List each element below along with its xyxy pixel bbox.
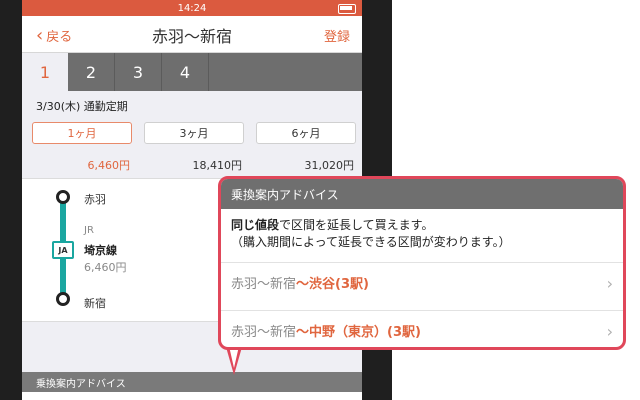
battery-icon (338, 4, 356, 14)
advice-section-header: 乗換案内アドバイス (22, 372, 362, 392)
line-fare: 6,460円 (84, 261, 127, 274)
desc-highlight: 同じ値段 (231, 218, 280, 232)
period-3-month-button[interactable]: 3ヶ月 (144, 122, 244, 144)
station-from: 赤羽 (84, 193, 106, 206)
tab-filler (209, 53, 362, 91)
tab-4[interactable]: 4 (162, 53, 209, 91)
pass-date-label: 3/30(木) 通勤定期 (36, 100, 128, 113)
line-name: 埼京線 (84, 244, 117, 257)
period-1-month-button[interactable]: 1ヶ月 (32, 122, 132, 144)
advice-section-body (22, 392, 362, 400)
status-time: 14:24 (177, 2, 207, 14)
desc-text: で区間を延長して買えます。 (279, 218, 434, 232)
price-3-month: 18,410円 (192, 159, 243, 172)
popup-title: 乗換案内アドバイス (221, 179, 623, 209)
operator-label: JR (84, 225, 94, 236)
chevron-right-icon: › (606, 274, 613, 293)
station-from-dot (56, 190, 70, 204)
tab-3[interactable]: 3 (115, 53, 162, 91)
option-base-route: 赤羽〜新宿 (231, 277, 297, 292)
extend-option-shibuya[interactable]: 赤羽〜新宿 〜渋谷(3駅) › (221, 262, 623, 302)
period-selector: 1ヶ月 3ヶ月 6ヶ月 (32, 122, 356, 144)
status-bar: 14:24 (22, 0, 362, 16)
period-prices: 6,460円 18,410円 31,020円 (32, 157, 356, 173)
ja-line-badge: JA (52, 241, 74, 259)
chevron-right-icon: › (606, 322, 613, 341)
tab-1[interactable]: 1 (22, 53, 68, 91)
option-extension: 〜渋谷(3駅) (296, 277, 369, 292)
option-base-route: 赤羽〜新宿 (231, 325, 297, 340)
option-extension: 〜中野（東京）(3駅) (296, 325, 421, 340)
station-to-dot (56, 292, 70, 306)
page-title: 赤羽〜新宿 (151, 27, 232, 46)
extend-option-nakano[interactable]: 赤羽〜新宿 〜中野（東京）(3駅) › (221, 310, 623, 347)
period-6-month-button[interactable]: 6ヶ月 (256, 122, 356, 144)
desc-note: （購入期間によって延長できる区間が変わります。） (231, 235, 511, 249)
popup-description: 同じ値段で区間を延長して買えます。 （購入期間によって延長できる区間が変わります… (231, 217, 613, 251)
price-1-month: 6,460円 (87, 159, 131, 172)
tab-2[interactable]: 2 (68, 53, 115, 91)
station-to: 新宿 (84, 297, 106, 310)
price-6-month: 31,020円 (304, 159, 355, 172)
advice-popup: 乗換案内アドバイス 同じ値段で区間を延長して買えます。 （購入期間によって延長で… (218, 176, 626, 350)
route-tabs: 1 2 3 4 (22, 53, 362, 91)
nav-bar: ‹ 戻る 赤羽〜新宿 登録 (22, 16, 362, 53)
register-button[interactable]: 登録 (324, 26, 350, 45)
